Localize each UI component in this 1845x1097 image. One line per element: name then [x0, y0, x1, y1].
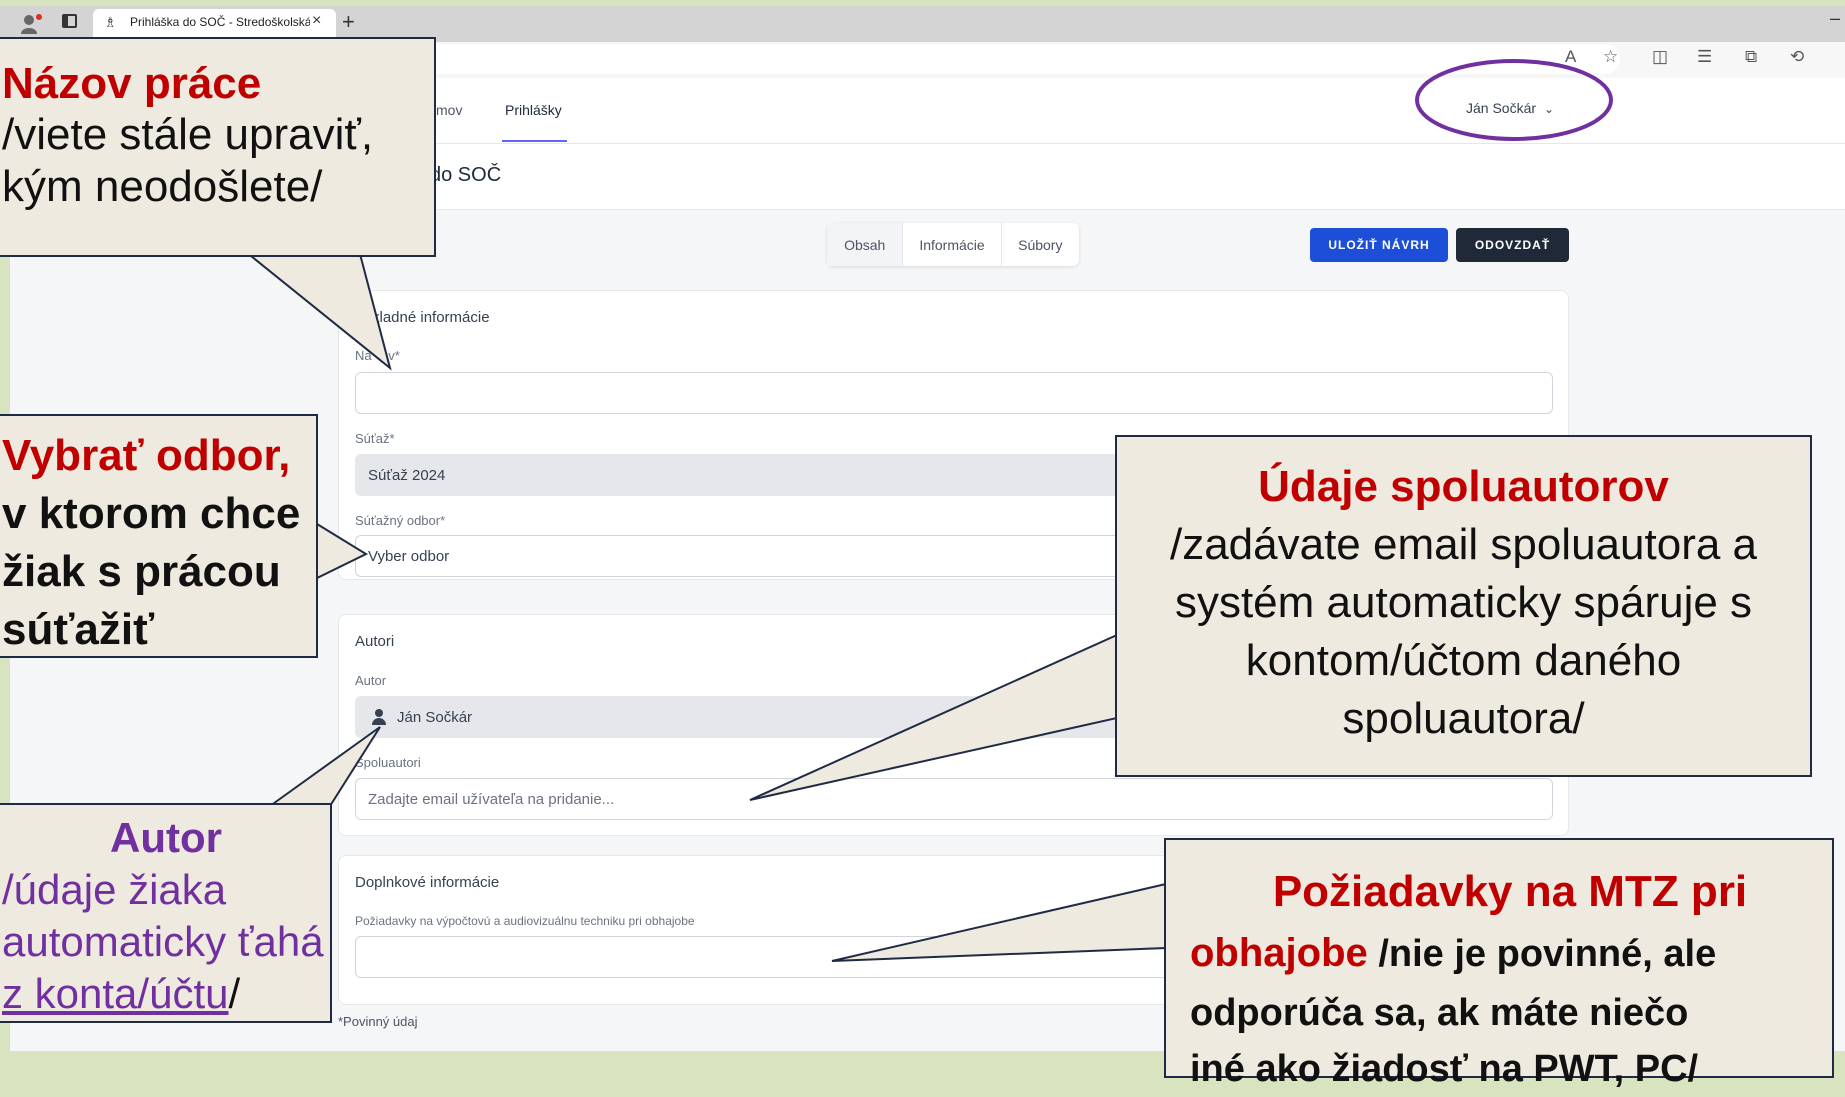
coauthors-callout-text: Údaje spoluautorov /zadávate email spolu… [1135, 458, 1792, 748]
mtz-callout-text: Požiadavky na MTZ pri obhajobe /nie je p… [1190, 862, 1830, 1097]
coauthors-callout-body: /zadávate email spoluautora a systém aut… [1169, 520, 1758, 743]
mtz-callout-line2: /nie je povinné, ale [1367, 933, 1717, 975]
title-callout-heading: Názov práce [2, 59, 262, 108]
title-callout-text: Názov práce /viete stále upraviť, kým ne… [2, 58, 434, 212]
title-callout-line1: /viete stále upraviť, [2, 110, 374, 160]
author-callout-line3: z konta/účtu [2, 970, 229, 1017]
author-callout-line2: automaticky ťahá [2, 918, 324, 965]
field-callout-tail [316, 522, 369, 580]
title-callout-line2: kým neodošlete/ [2, 161, 323, 211]
mtz-callout-heading: Požiadavky na MTZ pri [1272, 867, 1748, 916]
author-callout-text: Autor /údaje žiaka automaticky ťahá z ko… [2, 812, 330, 1020]
coauthors-callout-tail [749, 633, 1118, 801]
author-callout-line1: /údaje žiaka [2, 866, 227, 913]
mtz-callout-line3: odporúča sa, ak máte niečo [1190, 992, 1689, 1034]
title-callout-tail [243, 250, 392, 371]
author-callout-line3-end: / [228, 970, 241, 1017]
mtz-callout-line4: iné ako žiadosť na PWT, PC/ [1190, 1048, 1699, 1090]
coauthors-callout-heading: Údaje spoluautorov [1258, 462, 1669, 511]
field-callout-line2: v ktorom chce [2, 489, 301, 538]
field-callout-line1: Vybrať odbor, [2, 431, 291, 480]
mtz-callout-tail [831, 882, 1167, 962]
field-callout-text: Vybrať odbor, v ktorom chce žiak s práco… [2, 427, 318, 659]
user-highlight-ellipse [1415, 59, 1613, 141]
field-callout-line4: súťažiť [2, 605, 155, 654]
field-callout-line3: žiak s prácou [2, 547, 281, 596]
mtz-callout-heading2: obhajobe [1190, 931, 1368, 975]
author-callout-tail [266, 726, 381, 807]
author-callout-heading: Autor [110, 814, 222, 861]
